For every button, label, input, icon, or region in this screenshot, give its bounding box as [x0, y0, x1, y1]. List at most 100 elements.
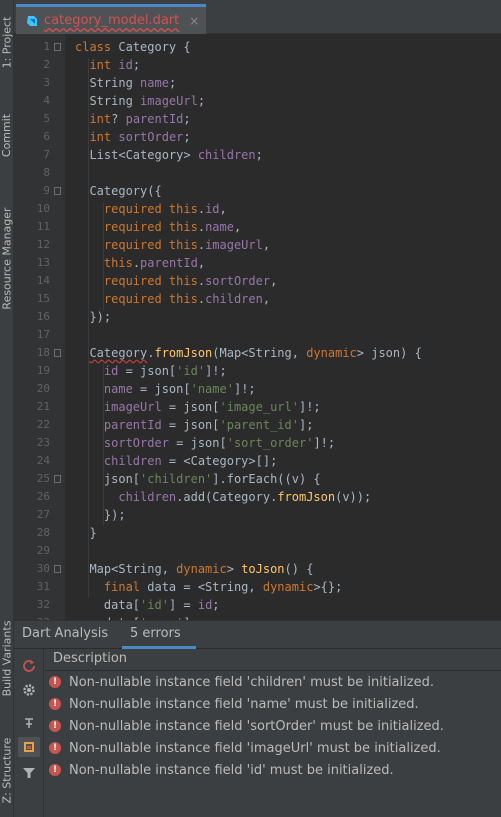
error-icon: !	[49, 764, 61, 776]
close-icon[interactable]: ×	[189, 14, 199, 28]
code-line[interactable]: 21 imageUrl = json['image_url']!;	[14, 398, 501, 416]
line-number: 20	[36, 382, 50, 395]
code-text: int id;	[89, 58, 141, 72]
code-line[interactable]: 2 int id;	[14, 56, 501, 74]
line-number: 9	[43, 184, 50, 197]
commit-tool-tab[interactable]: Commit	[0, 104, 14, 166]
problem-message: Non-nullable instance field 'id' must be…	[69, 762, 394, 778]
code-line[interactable]: 10 required this.id,	[14, 200, 501, 218]
code-text: final data = <String, dynamic>{};	[103, 580, 343, 594]
code-line[interactable]: 3 String name;	[14, 74, 501, 92]
code-line[interactable]: 15 required this.children,	[14, 290, 501, 308]
analysis-toolbar	[14, 649, 44, 817]
code-line[interactable]: 31 final data = <String, dynamic>{};	[14, 578, 501, 596]
code-editor[interactable]: 1 class Category {2 int id; 3 String name;…	[14, 34, 501, 620]
bottom-tab-bar: Dart Analysis 5 errors	[14, 621, 501, 649]
line-number: 28	[36, 526, 50, 539]
line-number: 15	[36, 292, 50, 305]
problem-row[interactable]: ! Non-nullable instance field 'name' mus…	[45, 693, 501, 715]
line-number: 30	[36, 562, 50, 575]
line-number: 32	[36, 598, 50, 611]
line-number: 18	[36, 346, 50, 359]
code-line[interactable]: 24 children = <Category>[];	[14, 452, 501, 470]
errors-count-tab[interactable]: 5 errors	[130, 626, 181, 641]
code-text: sortOrder = json['sort_order']!;	[103, 436, 336, 450]
code-line[interactable]: 5 int? parentId;	[14, 110, 501, 128]
line-number: 26	[36, 490, 50, 503]
editor-tab-bar: category_model.dart ×	[14, 0, 501, 34]
problem-row[interactable]: ! Non-nullable instance field 'sortOrder…	[45, 715, 501, 737]
code-line[interactable]: 25 json['children'].forEach((v) {	[14, 470, 501, 488]
code-line[interactable]: 12 required this.imageUrl,	[14, 236, 501, 254]
code-text: String imageUrl;	[75, 94, 206, 108]
problem-message: Non-nullable instance field 'children' m…	[69, 674, 434, 690]
editor-tab-title: category_model.dart	[44, 13, 180, 28]
fold-icon[interactable]	[54, 187, 61, 195]
line-number: 5	[43, 112, 50, 125]
resource-manager-tool-tab[interactable]: Resource Manager	[0, 192, 14, 324]
code-line[interactable]: 9 Category({	[14, 182, 501, 200]
code-text: int? parentId;	[89, 112, 191, 126]
dart-file-icon	[27, 15, 37, 26]
code-line[interactable]: 32 data['id'] = id;	[14, 596, 501, 614]
code-text: }	[75, 526, 97, 540]
code-line[interactable]: 26 children.add(Category.fromJson(v));	[14, 488, 501, 506]
code-line[interactable]: 17	[14, 326, 501, 344]
code-line[interactable]: 23 sortOrder = json['sort_order']!;	[14, 434, 501, 452]
code-text: });	[75, 310, 112, 324]
code-line[interactable]: 8	[14, 164, 501, 182]
fold-icon[interactable]	[54, 475, 61, 483]
line-number: 19	[36, 364, 50, 377]
code-line[interactable]: 27 });	[14, 506, 501, 524]
line-number: 29	[36, 544, 50, 557]
code-line[interactable]: 30 Map<String, dynamic> toJson() {	[14, 560, 501, 578]
code-text: json['children'].forEach((v) {	[75, 472, 321, 486]
code-line[interactable]: 20 name = json['name']!;	[14, 380, 501, 398]
code-line[interactable]: 4 String imageUrl;	[14, 92, 501, 110]
code-text: parentId = json['parent_id'];	[103, 418, 314, 432]
line-number: 14	[36, 274, 50, 287]
project-tool-tab-label: 1: Project	[0, 16, 14, 68]
code-line[interactable]: 1 class Category {	[14, 38, 501, 56]
code-line[interactable]: 22 parentId = json['parent_id'];	[14, 416, 501, 434]
structure-tool-tab[interactable]: Z: Structure	[0, 726, 14, 814]
project-tool-tab[interactable]: 1: Project	[0, 6, 14, 78]
line-number: 21	[36, 400, 50, 413]
problem-row[interactable]: ! Non-nullable instance field 'children'…	[45, 671, 501, 693]
code-line[interactable]: 11 required this.name,	[14, 218, 501, 236]
code-line[interactable]: 13 this.parentId,	[14, 254, 501, 272]
code-text: children = <Category>[];	[103, 454, 278, 468]
code-line[interactable]: 6 int sortOrder;	[14, 128, 501, 146]
code-line[interactable]: 28 }	[14, 524, 501, 542]
code-line[interactable]: 16 });	[14, 308, 501, 326]
gear-icon[interactable]	[18, 680, 40, 700]
code-line[interactable]: 29	[14, 542, 501, 560]
error-icon: !	[49, 676, 61, 688]
code-text: imageUrl = json['image_url']!;	[103, 400, 321, 414]
pin-icon[interactable]	[18, 713, 40, 733]
refresh-icon[interactable]	[18, 655, 40, 675]
code-text: name = json['name']!;	[103, 382, 256, 396]
line-number: 4	[43, 94, 50, 107]
build-variants-tool-tab-label: Build Variants	[0, 620, 14, 696]
problem-row[interactable]: ! Non-nullable instance field 'id' must …	[45, 759, 501, 781]
error-icon: !	[49, 720, 61, 732]
code-text: List<Category> children;	[75, 148, 263, 162]
fold-icon[interactable]	[54, 43, 61, 51]
dart-analysis-tab[interactable]: Dart Analysis	[22, 626, 108, 641]
line-number: 16	[36, 310, 50, 323]
fold-icon[interactable]	[54, 565, 61, 573]
filter-icon[interactable]	[18, 763, 40, 783]
problems-list: ! Non-nullable instance field 'children'…	[45, 671, 501, 817]
code-line[interactable]: 7 List<Category> children;	[14, 146, 501, 164]
problem-row[interactable]: ! Non-nullable instance field 'imageUrl'…	[45, 737, 501, 759]
code-line[interactable]: 18 Category.fromJson(Map<String, dynamic…	[14, 344, 501, 362]
code-line[interactable]: 19 id = json['id']!;	[14, 362, 501, 380]
dart-icon[interactable]	[18, 737, 40, 757]
fold-icon[interactable]	[54, 349, 61, 357]
code-line[interactable]: 14 required this.sortOrder,	[14, 272, 501, 290]
build-variants-tool-tab[interactable]: Build Variants	[0, 606, 14, 710]
code-text: data['id'] = id;	[75, 598, 220, 612]
editor-tab-category-model[interactable]: category_model.dart ×	[16, 4, 206, 34]
description-column-header[interactable]: Description	[45, 649, 501, 671]
